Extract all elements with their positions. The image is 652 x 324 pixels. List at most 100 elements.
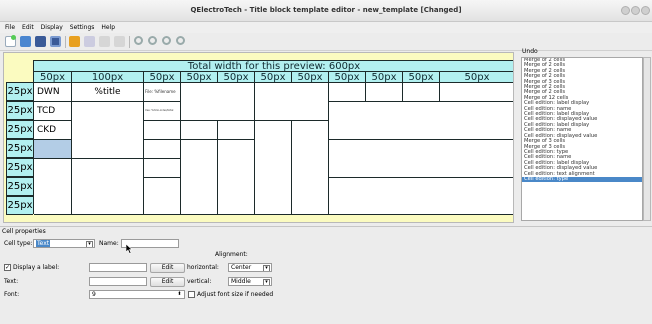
row-height-header[interactable]: 25px [6,196,33,215]
menu-settings[interactable]: Settings [70,24,95,31]
name-label: Name: [99,240,119,247]
undo-scrollbar[interactable] [643,57,651,221]
cell-type-label: Cell type: [4,240,33,247]
cell-properties-panel: Cell properties Cell type: Text ▾ Name: … [0,226,652,324]
menu-display[interactable]: Display [41,24,63,31]
selected-cell[interactable] [34,140,72,159]
column-width-header[interactable]: 50px [34,72,72,83]
alignment-label: Alignment: [215,251,248,258]
label-field[interactable] [89,263,147,272]
grid-cell[interactable]: TCD [34,102,72,121]
undo-panel-title: Undo [522,48,538,55]
cell-type-select[interactable]: Text ▾ [33,239,95,248]
grid-cell[interactable] [144,178,181,215]
grid-cell[interactable] [218,121,255,140]
grid-cell[interactable]: %title [72,83,144,102]
grid-cell[interactable] [181,83,255,121]
grid-cell[interactable] [329,83,366,102]
row-height-header[interactable]: 25px [6,120,33,139]
row-height-header[interactable]: 25px [6,139,33,158]
display-label-checkbox[interactable]: ✓ [4,264,11,271]
maximize-button[interactable] [631,6,640,15]
grid-cell[interactable] [144,140,181,159]
open-icon[interactable] [20,36,31,47]
grid-cell[interactable] [181,121,218,140]
column-width-header[interactable]: 50px [255,72,292,83]
grid-cell[interactable] [72,159,144,215]
column-width-header[interactable]: 50px [218,72,255,83]
display-label-label: Display a label: [13,264,60,271]
window-title: QElectroTech - Title block template edit… [190,6,462,14]
menu-file[interactable]: File [5,24,15,31]
new-icon[interactable] [5,35,16,47]
save-as-icon[interactable] [50,36,61,47]
adjust-font-size-label: Adjust font size if needed [197,291,274,298]
cell-properties-title: Cell properties [2,228,46,235]
grid-cell[interactable]: Use: %folio-index/total [144,102,181,121]
spin-arrows-icon[interactable]: ⬍ [176,292,183,298]
grid-cell[interactable]: File: %filename [144,83,181,102]
save-icon[interactable] [35,36,46,47]
minimize-button[interactable] [621,6,630,15]
undo-list[interactable]: Merge of 2 cells Merge of 2 cells Merge … [521,57,643,221]
grid-cell[interactable] [144,159,181,178]
column-width-header[interactable]: 50px [366,72,403,83]
title-block-grid[interactable]: Total width for this preview: 600px 50px… [33,60,513,215]
horizontal-label: horizontal: [187,264,219,271]
grid-cell[interactable] [218,140,255,215]
grid-cell[interactable] [403,83,440,102]
column-width-header[interactable]: 50px [292,72,329,83]
vertical-alignment-select[interactable]: Middle ▾ [228,277,272,286]
column-width-header[interactable]: 50px [144,72,181,83]
horizontal-alignment-select[interactable]: Center ▾ [228,263,272,272]
zoom-reset-icon[interactable] [176,36,185,45]
chevron-down-icon: ▾ [86,241,93,247]
grid-cell[interactable] [329,178,513,215]
grid-cell[interactable]: DWN [34,83,72,102]
merge-cells-icon[interactable] [69,36,80,47]
grid-cell[interactable] [255,121,292,215]
cell-type-value: Text [36,240,51,247]
row-height-header[interactable]: 25px [6,158,33,177]
grid-cell[interactable] [255,83,329,121]
column-width-header[interactable]: 50px [440,72,513,83]
undo-panel: Undo Merge of 2 cells Merge of 2 cells M… [520,45,652,225]
zoom-in-icon[interactable] [134,36,143,45]
grid-cell[interactable] [329,102,513,140]
grid-cell[interactable] [72,102,144,159]
add-column-icon[interactable] [99,36,110,47]
font-size-value: 9 [92,291,96,298]
edit-label-button[interactable]: Edit [150,263,185,273]
grid-cell[interactable] [440,83,513,102]
chevron-down-icon: ▾ [263,279,270,285]
edit-text-button[interactable]: Edit [150,277,185,287]
title-bar: QElectroTech - Title block template edit… [0,0,652,22]
row-height-header[interactable]: 25px [6,82,33,101]
column-width-header[interactable]: 50px [329,72,366,83]
grid-cell[interactable] [366,83,403,102]
undo-item-selected[interactable]: Cell edition: type [522,176,642,183]
grid-cell[interactable] [292,121,329,215]
grid-cell[interactable] [181,140,218,215]
column-width-header[interactable]: 50px [403,72,440,83]
grid-cell[interactable] [34,159,72,215]
vertical-alignment-value: Middle [231,278,251,285]
close-button[interactable] [641,6,650,15]
add-row-icon[interactable] [114,36,125,47]
zoom-out-icon[interactable] [148,36,157,45]
zoom-fit-icon[interactable] [162,36,171,45]
column-width-header[interactable]: 100px [72,72,144,83]
split-cells-icon[interactable] [84,36,95,47]
adjust-font-size-checkbox[interactable] [188,291,195,298]
menu-help[interactable]: Help [101,24,115,31]
grid-cell[interactable] [144,121,181,140]
grid-cell[interactable] [329,140,513,178]
font-size-spinbox[interactable]: 9 ⬍ [89,290,185,299]
column-width-header[interactable]: 50px [181,72,218,83]
text-field[interactable] [89,277,147,286]
row-height-header[interactable]: 25px [6,177,33,196]
menu-edit[interactable]: Edit [22,24,34,31]
template-preview[interactable]: Total width for this preview: 600px 50px… [3,52,514,223]
row-height-header[interactable]: 25px [6,101,33,120]
grid-cell[interactable]: CKD [34,121,72,140]
